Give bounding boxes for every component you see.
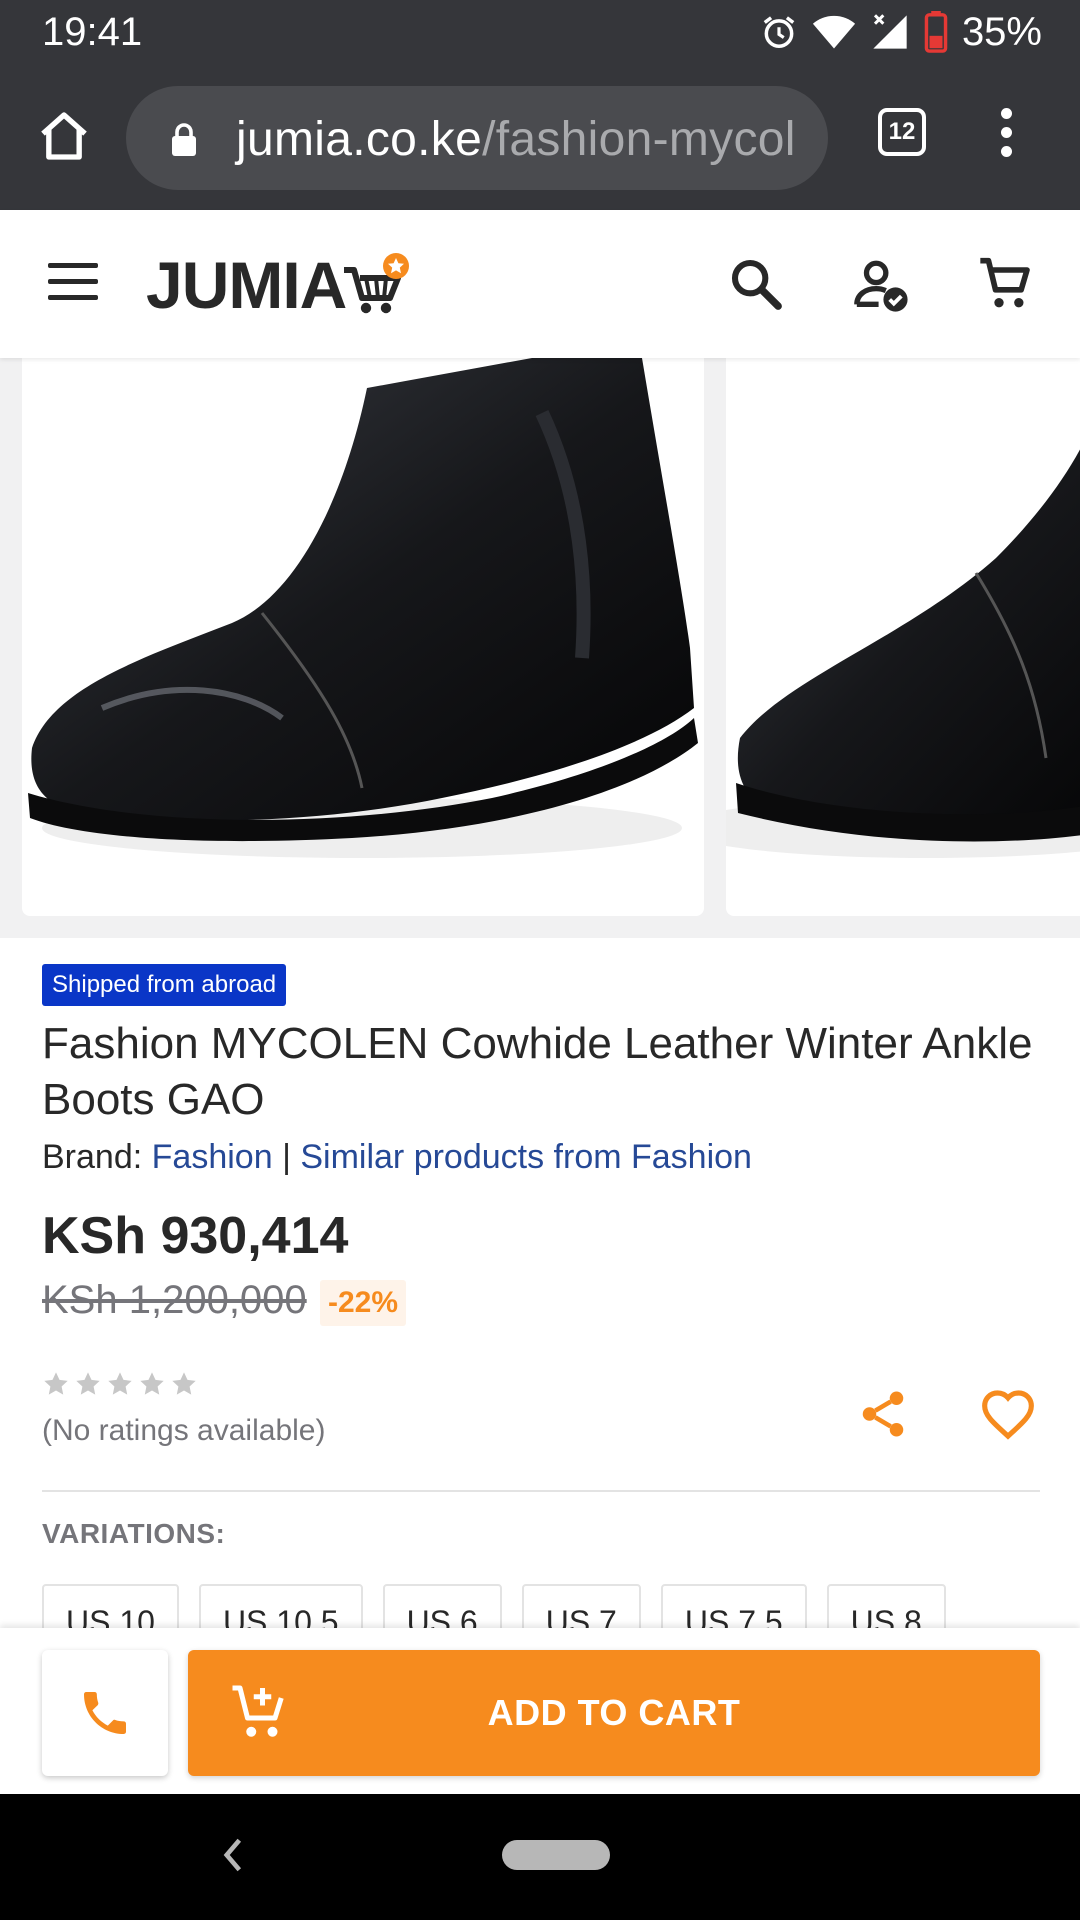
star-icon [44, 1372, 68, 1395]
star-icon [76, 1372, 100, 1395]
battery-percent: 35% [961, 9, 1042, 54]
tab-switcher-button[interactable]: 12 [878, 108, 926, 156]
lock-icon [170, 122, 198, 161]
brand-line: Brand: Fashion | Similar products from F… [42, 1138, 752, 1177]
product-details: Shipped from abroad Fashion MYCOLEN Cowh… [0, 938, 1080, 1654]
rating-stars [42, 1370, 198, 1398]
home-pill[interactable] [502, 1840, 610, 1870]
wishlist-heart-icon[interactable] [980, 1388, 1036, 1440]
cart-icon[interactable] [978, 256, 1034, 312]
account-icon[interactable] [852, 256, 908, 312]
url-domain: jumia.co.ke [236, 113, 483, 166]
product-title: Fashion MYCOLEN Cowhide Leather Winter A… [42, 1019, 1033, 1124]
similar-products-link[interactable]: Similar products from Fashion [300, 1138, 752, 1176]
product-image-next[interactable] [726, 358, 1080, 916]
logo-text: JUMIA [146, 248, 347, 322]
alarm-icon [760, 13, 798, 51]
jumia-logo[interactable]: JUMIA [146, 248, 410, 322]
star-icon [172, 1372, 196, 1395]
discount-badge: -22% [320, 1280, 407, 1326]
system-navigation-bar [0, 1794, 1080, 1920]
share-icon[interactable] [856, 1386, 910, 1442]
product-image-gallery[interactable] [0, 358, 1080, 938]
add-to-cart-button[interactable]: ADD TO CART [188, 1650, 1040, 1776]
old-price: KSh 1,200,000 [42, 1278, 307, 1322]
back-icon[interactable] [218, 1834, 248, 1881]
bottom-action-bar: ADD TO CART [0, 1628, 1080, 1794]
browser-toolbar: jumia.co.ke/fashion-mycol 12 [0, 64, 1080, 210]
home-icon[interactable] [36, 108, 92, 164]
menu-icon[interactable] [48, 263, 98, 301]
phone-icon [84, 1692, 126, 1734]
battery-icon [924, 11, 948, 53]
shipped-from-abroad-badge: Shipped from abroad [42, 964, 287, 1006]
rating-text: (No ratings available) [42, 1414, 326, 1447]
current-price: KSh 930,414 [42, 1207, 349, 1265]
site-header: JUMIA [0, 210, 1080, 358]
brand-link[interactable]: Fashion [152, 1138, 273, 1176]
call-button[interactable] [42, 1650, 168, 1776]
signal-icon [870, 12, 910, 52]
url-text: jumia.co.ke/fashion-mycol [236, 112, 796, 167]
brand-separator: | [282, 1138, 291, 1176]
address-bar[interactable]: jumia.co.ke/fashion-mycol [126, 86, 828, 190]
url-path: /fashion-mycol [482, 113, 796, 166]
status-time: 19:41 [42, 10, 143, 54]
variations-label: VARIATIONS: [42, 1518, 226, 1549]
overflow-menu-icon[interactable] [996, 108, 1016, 168]
star-icon [108, 1372, 132, 1395]
search-icon[interactable] [728, 256, 784, 312]
wifi-icon [812, 13, 856, 51]
logo-cart-icon [342, 252, 410, 318]
brand-label: Brand: [42, 1138, 143, 1176]
status-bar: 19:41 35% [0, 0, 1080, 64]
add-to-cart-label: ADD TO CART [487, 1692, 741, 1733]
star-icon [140, 1372, 164, 1395]
divider [42, 1490, 1040, 1492]
status-icons: 35% [760, 10, 1042, 54]
product-image[interactable] [22, 358, 704, 916]
